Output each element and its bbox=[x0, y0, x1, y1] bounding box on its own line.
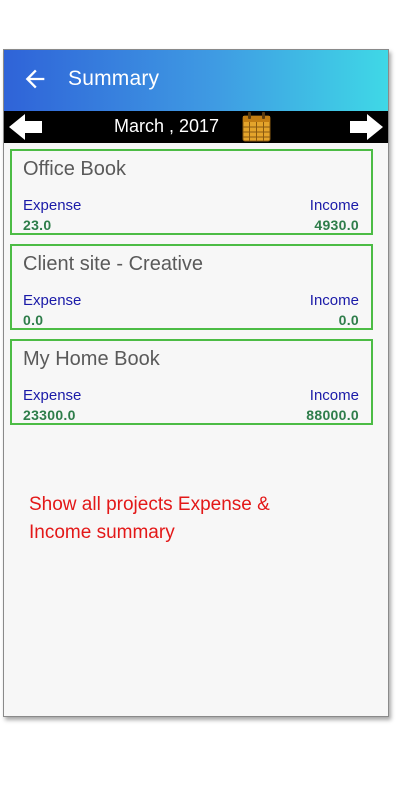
income-value: 0.0 bbox=[338, 312, 359, 328]
date-navigation-bar: March , 2017 bbox=[4, 111, 388, 143]
expense-label: Expense bbox=[23, 197, 82, 214]
expense-label: Expense bbox=[23, 387, 82, 404]
project-name: Office Book bbox=[23, 158, 127, 180]
income-value: 88000.0 bbox=[306, 407, 359, 423]
feature-annotation: Show all projects Expense & Income summa… bbox=[29, 494, 270, 543]
project-card-client-site-creative[interactable]: Client site - Creative Expense Income 0.… bbox=[10, 244, 373, 330]
income-label: Income bbox=[309, 197, 359, 214]
income-value: 4930.0 bbox=[314, 217, 359, 233]
income-label: Income bbox=[309, 387, 359, 404]
project-name: Client site - Creative bbox=[23, 253, 204, 275]
previous-month-arrow-icon[interactable] bbox=[8, 113, 44, 141]
project-card-my-home-book[interactable]: My Home Book Expense Income 23300.0 8800… bbox=[10, 339, 373, 425]
phone-screen: Summary March , 2017 Office Book Expense… bbox=[3, 49, 389, 717]
app-bar: Summary bbox=[4, 50, 388, 111]
expense-value: 23.0 bbox=[23, 217, 52, 233]
expense-value: 23300.0 bbox=[23, 407, 76, 423]
next-month-arrow-icon[interactable] bbox=[348, 113, 384, 141]
expense-label: Expense bbox=[23, 292, 82, 309]
income-label: Income bbox=[309, 292, 359, 309]
project-card-office-book[interactable]: Office Book Expense Income 23.0 4930.0 bbox=[10, 149, 373, 235]
project-name: My Home Book bbox=[23, 348, 160, 370]
back-arrow-icon[interactable] bbox=[21, 65, 49, 93]
current-month-label: March , 2017 bbox=[114, 116, 220, 136]
page-title: Summary bbox=[68, 67, 160, 90]
calendar-icon[interactable] bbox=[241, 111, 272, 142]
expense-value: 0.0 bbox=[23, 312, 44, 328]
